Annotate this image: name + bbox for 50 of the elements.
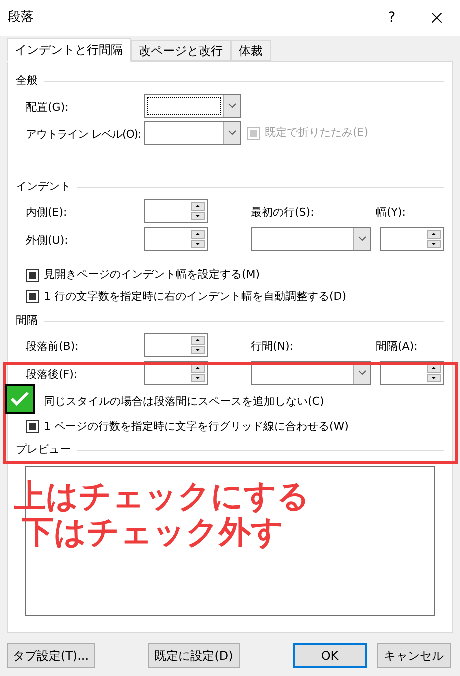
spin-down-icon — [191, 212, 205, 220]
spin-up-icon — [427, 230, 441, 238]
spin-up-icon — [191, 230, 205, 238]
spin-box[interactable] — [144, 199, 208, 223]
spin-down-icon — [427, 374, 441, 382]
chevron-down-icon — [358, 370, 366, 376]
field-label: 行間(N): — [251, 340, 294, 353]
field-label: 内側(E): — [26, 206, 68, 219]
spin-down-icon — [427, 240, 441, 248]
tab[interactable]: インデントと行間隔 — [7, 38, 131, 62]
checkbox[interactable] — [26, 290, 39, 304]
chevron-down-icon — [228, 130, 236, 136]
section-title: インデント — [16, 178, 71, 195]
spin-down-icon — [191, 374, 205, 382]
spin-down-icon — [191, 346, 205, 354]
checkbox-label: 既定で折りたたみ(E) — [265, 124, 369, 141]
checkbox-label: 同じスタイルの場合は段落間にスペースを追加しない(C) — [44, 394, 324, 410]
help-button[interactable]: ? — [380, 8, 404, 28]
field-label: アウトライン レベル(O): — [26, 128, 142, 141]
spin-box[interactable] — [380, 227, 444, 251]
field-label: 外側(U): — [26, 234, 68, 247]
field-label: 段落後(F): — [26, 368, 78, 381]
window-title: 段落 — [8, 9, 35, 28]
dialog-button[interactable]: OK — [293, 643, 367, 668]
spin-box[interactable] — [144, 333, 208, 357]
section-title: プレビュー — [16, 442, 71, 458]
field-label: 段落前(B): — [26, 340, 79, 353]
dialog-button[interactable]: タブ設定(T)... — [7, 643, 95, 668]
checkbox[interactable] — [26, 268, 39, 282]
checkbox-label: 1 行の文字数を指定時に右のインデント幅を自動調整する(D) — [44, 288, 347, 304]
spin-box[interactable] — [144, 227, 208, 251]
spin-up-icon — [191, 336, 205, 344]
checkbox-label: 1 ページの行数を指定時に文字を行グリッド線に合わせる(W) — [44, 418, 349, 434]
chevron-down-icon — [358, 236, 366, 242]
checkbox-label: 見開きページのインデント幅を設定する(M) — [44, 267, 260, 283]
field-label: 配置(G): — [26, 101, 69, 114]
section-title: 間隔 — [16, 312, 38, 329]
tab[interactable]: 改ページと改行 — [131, 40, 231, 61]
field-label: 幅(Y): — [376, 206, 406, 219]
tab[interactable]: 体裁 — [231, 40, 271, 61]
checkbox[interactable] — [26, 420, 39, 434]
spin-up-icon — [191, 202, 205, 210]
chevron-down-icon — [228, 103, 236, 109]
dialog-button[interactable]: 既定に設定(D) — [148, 643, 240, 668]
section-title: 全般 — [16, 72, 38, 89]
field-label: 最初の行(S): — [251, 206, 314, 219]
spin-down-icon — [191, 240, 205, 248]
dropdown[interactable] — [144, 94, 241, 118]
dialog-button[interactable]: キャンセル — [377, 643, 451, 668]
field-label: 間隔(A): — [376, 340, 418, 353]
